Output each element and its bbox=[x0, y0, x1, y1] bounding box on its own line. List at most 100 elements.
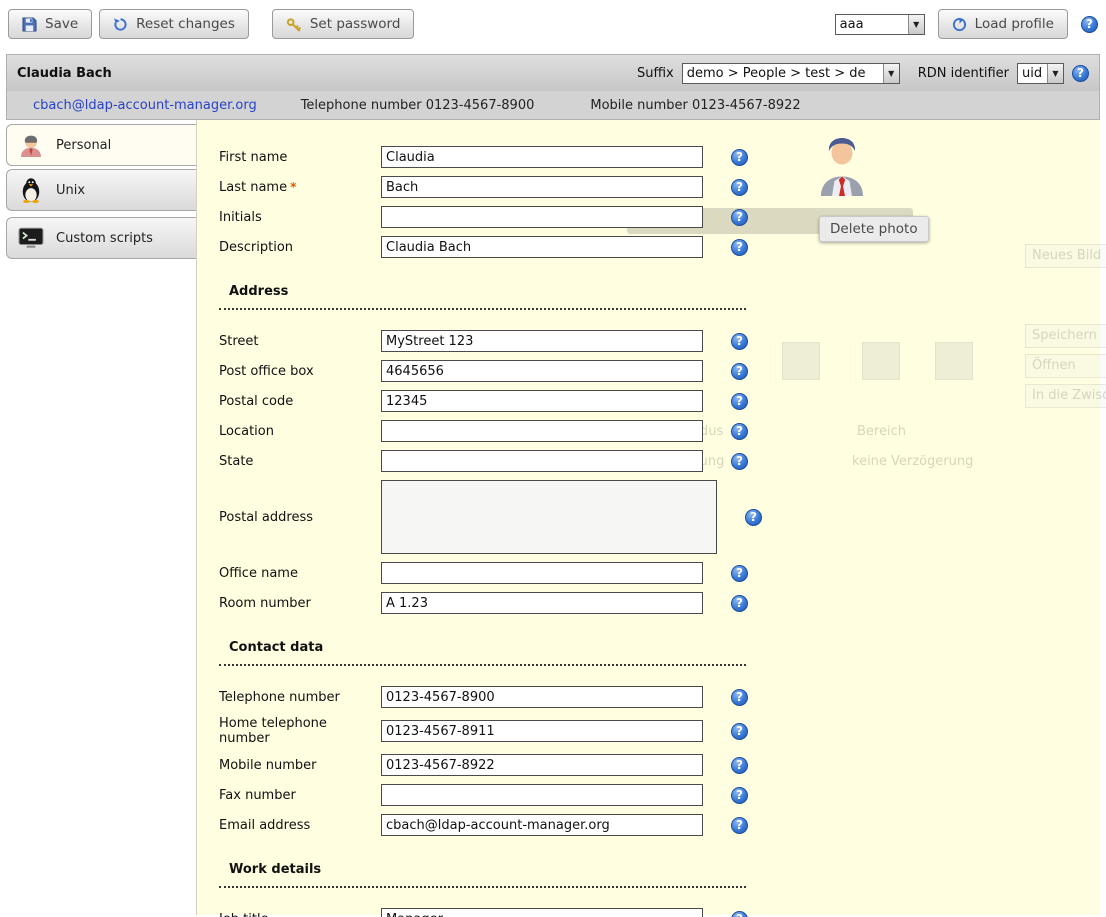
toolbar-help-icon[interactable]: ? bbox=[1081, 16, 1098, 33]
header-controls: Suffix demo > People > test > de ▼ RDN i… bbox=[637, 63, 1089, 84]
form-row: Job title ? bbox=[219, 908, 1100, 917]
required-marker: * bbox=[290, 180, 296, 194]
tab-custom-scripts[interactable]: Custom scripts bbox=[6, 217, 196, 259]
reset-icon bbox=[113, 17, 128, 32]
section-title: Contact data bbox=[219, 640, 746, 666]
rdn-label: RDN identifier bbox=[918, 66, 1009, 81]
state-input[interactable] bbox=[381, 450, 703, 472]
account-mobile: Mobile number 0123-4567-8922 bbox=[590, 98, 800, 113]
help-icon[interactable]: ? bbox=[731, 239, 748, 256]
load-profile-button[interactable]: Load profile bbox=[938, 9, 1068, 39]
section-contact-data: Contact data Telephone number ? Home tel… bbox=[219, 640, 1100, 836]
field-label: Postal address bbox=[219, 510, 381, 525]
home-telephone-number-input[interactable] bbox=[381, 720, 703, 742]
field-label: Post office box bbox=[219, 364, 381, 379]
tab-personal[interactable]: Personal bbox=[6, 124, 196, 166]
rdn-select[interactable]: uid ▼ bbox=[1017, 63, 1064, 84]
tux-icon bbox=[17, 176, 45, 204]
help-icon[interactable]: ? bbox=[731, 179, 748, 196]
help-icon[interactable]: ? bbox=[731, 757, 748, 774]
profile-select[interactable]: aaa ▼ bbox=[835, 14, 925, 35]
tab-unix[interactable]: Unix bbox=[6, 169, 196, 211]
office-name-input[interactable] bbox=[381, 562, 703, 584]
help-icon[interactable]: ? bbox=[731, 209, 748, 226]
account-email-link[interactable]: cbach@ldap-account-manager.org bbox=[33, 98, 257, 113]
form-row: State ? bbox=[219, 450, 1100, 472]
reset-changes-label: Reset changes bbox=[136, 16, 235, 32]
delete-photo-button[interactable]: Delete photo bbox=[819, 216, 929, 242]
help-icon[interactable]: ? bbox=[731, 393, 748, 410]
field-label: Postal code bbox=[219, 394, 381, 409]
save-icon bbox=[22, 17, 37, 32]
save-button[interactable]: Save bbox=[8, 9, 92, 39]
help-icon[interactable]: ? bbox=[731, 787, 748, 804]
help-icon[interactable]: ? bbox=[731, 689, 748, 706]
load-profile-icon bbox=[952, 17, 967, 32]
field-label: Initials bbox=[219, 210, 381, 225]
help-icon[interactable]: ? bbox=[731, 595, 748, 612]
form-row: Office name ? bbox=[219, 562, 1100, 584]
header-help-icon[interactable]: ? bbox=[1072, 65, 1089, 82]
form-row: Home telephone number ? bbox=[219, 716, 1100, 746]
location-input[interactable] bbox=[381, 420, 703, 442]
help-icon[interactable]: ? bbox=[731, 817, 748, 834]
rdn-select-value: uid bbox=[1018, 64, 1047, 83]
profile-select-value: aaa bbox=[836, 15, 908, 34]
street-input[interactable] bbox=[381, 330, 703, 352]
field-label: Location bbox=[219, 424, 381, 439]
help-icon[interactable]: ? bbox=[745, 509, 762, 526]
field-label: First name bbox=[219, 150, 381, 165]
help-icon[interactable]: ? bbox=[731, 333, 748, 350]
job-title-input[interactable] bbox=[381, 908, 703, 917]
field-label: Street bbox=[219, 334, 381, 349]
telephone-number-input[interactable] bbox=[381, 686, 703, 708]
section-address: Address Street ? Post office box ? Posta… bbox=[219, 284, 1100, 614]
account-title: Claudia Bach bbox=[17, 66, 112, 81]
description-input[interactable] bbox=[381, 236, 703, 258]
fax-number-input[interactable] bbox=[381, 784, 703, 806]
initials-input[interactable] bbox=[381, 206, 703, 228]
person-icon bbox=[17, 131, 45, 159]
form-row: Location ? bbox=[219, 420, 1100, 442]
help-icon[interactable]: ? bbox=[731, 453, 748, 470]
section-title: Address bbox=[219, 284, 746, 310]
reset-changes-button[interactable]: Reset changes bbox=[99, 9, 249, 39]
first-name-input[interactable] bbox=[381, 146, 703, 168]
terminal-icon bbox=[17, 224, 45, 252]
set-password-button[interactable]: Set password bbox=[272, 9, 415, 39]
help-icon[interactable]: ? bbox=[731, 911, 748, 917]
account-header-row2: cbach@ldap-account-manager.org Telephone… bbox=[7, 91, 1099, 119]
user-photo bbox=[819, 136, 865, 196]
form-row: Initials ? bbox=[219, 206, 1100, 228]
form-row: Postal code ? bbox=[219, 390, 1100, 412]
room-number-input[interactable] bbox=[381, 592, 703, 614]
post-office-box-input[interactable] bbox=[381, 360, 703, 382]
help-icon[interactable]: ? bbox=[731, 723, 748, 740]
field-label: Room number bbox=[219, 596, 381, 611]
tab-personal-label: Personal bbox=[56, 138, 111, 153]
email-address-input[interactable] bbox=[381, 814, 703, 836]
postal-address-textarea[interactable] bbox=[381, 480, 717, 554]
last-name-input[interactable] bbox=[381, 176, 703, 198]
help-icon[interactable]: ? bbox=[731, 423, 748, 440]
form-row: Email address ? bbox=[219, 814, 1100, 836]
form-row: Room number ? bbox=[219, 592, 1100, 614]
field-label: Office name bbox=[219, 566, 381, 581]
suffix-label: Suffix bbox=[637, 66, 674, 81]
suffix-select-value: demo > People > test > de bbox=[683, 64, 883, 83]
help-icon[interactable]: ? bbox=[731, 363, 748, 380]
field-label: Description bbox=[219, 240, 381, 255]
mobile-number-input[interactable] bbox=[381, 754, 703, 776]
field-label: Fax number bbox=[219, 788, 381, 803]
form-row: Description ? bbox=[219, 236, 1100, 258]
help-icon[interactable]: ? bbox=[731, 565, 748, 582]
form-row: Street ? bbox=[219, 330, 1100, 352]
dropdown-arrow-icon: ▼ bbox=[1047, 64, 1063, 83]
suffix-select[interactable]: demo > People > test > de ▼ bbox=[682, 63, 900, 84]
field-label: Last name bbox=[219, 180, 287, 195]
help-icon[interactable]: ? bbox=[731, 149, 748, 166]
field-label: Mobile number bbox=[219, 758, 381, 773]
form-row: Fax number ? bbox=[219, 784, 1100, 806]
postal-code-input[interactable] bbox=[381, 390, 703, 412]
dropdown-arrow-icon: ▼ bbox=[883, 64, 899, 83]
